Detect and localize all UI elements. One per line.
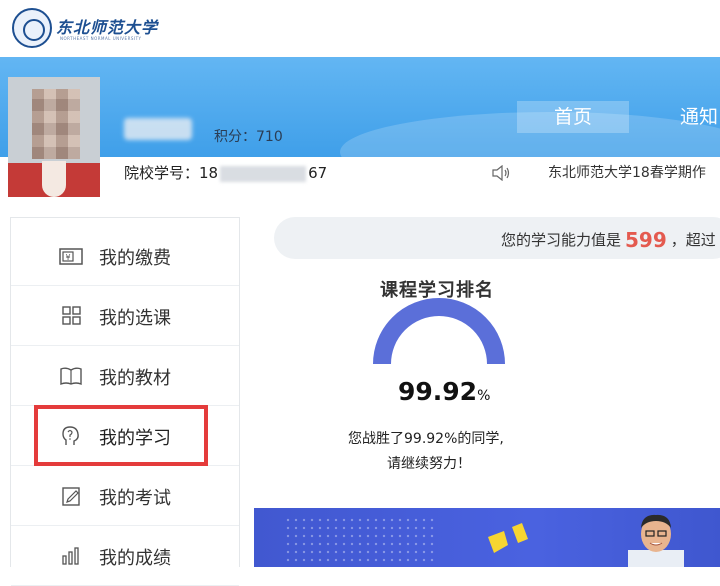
ranking-percent-value: 99.92 — [398, 377, 478, 406]
ability-text: 您的学习能力值是 599 ，超过 — [501, 228, 716, 252]
announcement-ticker[interactable]: 东北师范大学18春学期作 — [548, 162, 706, 182]
ability-prefix: 您的学习能力值是 — [501, 231, 622, 249]
grid-icon — [62, 306, 81, 325]
ability-suffix: ，超过 — [670, 231, 716, 249]
sidebar-item-grades[interactable]: 我的成绩 — [11, 526, 239, 586]
ranking-gauge — [373, 298, 505, 365]
sidebar-item-payment[interactable]: ¥ 我的缴费 — [11, 226, 239, 286]
ranking-encourage-text: 请继续努力！ — [387, 456, 471, 472]
nav-home[interactable]: 首页 — [517, 101, 629, 133]
payment-icon: ¥ — [59, 248, 83, 265]
student-number-suffix: 67 — [308, 164, 328, 182]
ranking-percent-unit: % — [477, 388, 491, 404]
sidebar-menu: ¥ 我的缴费 我的选课 我的教材 我的学习 我的考试 我的成绩 — [10, 217, 240, 586]
sidebar-item-label: 我的成绩 — [99, 548, 171, 569]
promo-person-image — [628, 514, 684, 567]
sidebar-item-textbooks[interactable]: 我的教材 — [11, 346, 239, 406]
user-name-redacted — [124, 118, 192, 140]
svg-text:¥: ¥ — [65, 253, 70, 262]
promo-dot-pattern — [284, 516, 434, 566]
school-name: 东北师范大学 — [56, 18, 159, 37]
sidebar-item-exams[interactable]: 我的考试 — [11, 466, 239, 526]
ability-score: 599 — [625, 228, 667, 252]
exam-edit-icon — [62, 487, 80, 506]
speaker-icon — [492, 165, 510, 181]
student-number-redacted — [220, 165, 307, 182]
top-bar: 东北师范大学 NORTHEAST NORMAL UNIVERSITY — [0, 0, 720, 57]
sidebar-item-label: 我的选课 — [99, 308, 171, 329]
ranking-percent: 99.92% — [398, 377, 490, 406]
bar-chart-icon — [62, 547, 79, 565]
book-icon — [60, 367, 82, 386]
sidebar-item-course-selection[interactable]: 我的选课 — [11, 286, 239, 346]
ranking-beat-text: 您战胜了99.92%的同学, — [348, 431, 504, 447]
student-number-prefix: 院校学号：18 — [124, 164, 219, 182]
avatar-collar — [42, 161, 66, 197]
promo-accent-icon — [488, 523, 528, 553]
university-logo[interactable] — [12, 8, 52, 48]
active-item-highlight-box — [34, 405, 208, 466]
avatar[interactable] — [8, 77, 100, 197]
sidebar-item-label: 我的教材 — [99, 368, 171, 389]
student-number: 院校学号：18 67 — [124, 162, 327, 183]
avatar-face-mosaic — [32, 89, 80, 159]
sidebar-item-label: 我的缴费 — [99, 248, 171, 269]
sidebar-item-label: 我的考试 — [99, 488, 171, 509]
school-name-en: NORTHEAST NORMAL UNIVERSITY — [60, 36, 142, 41]
nav-notice[interactable]: 通知 — [680, 101, 718, 133]
points-label: 积分：710 — [214, 129, 283, 145]
